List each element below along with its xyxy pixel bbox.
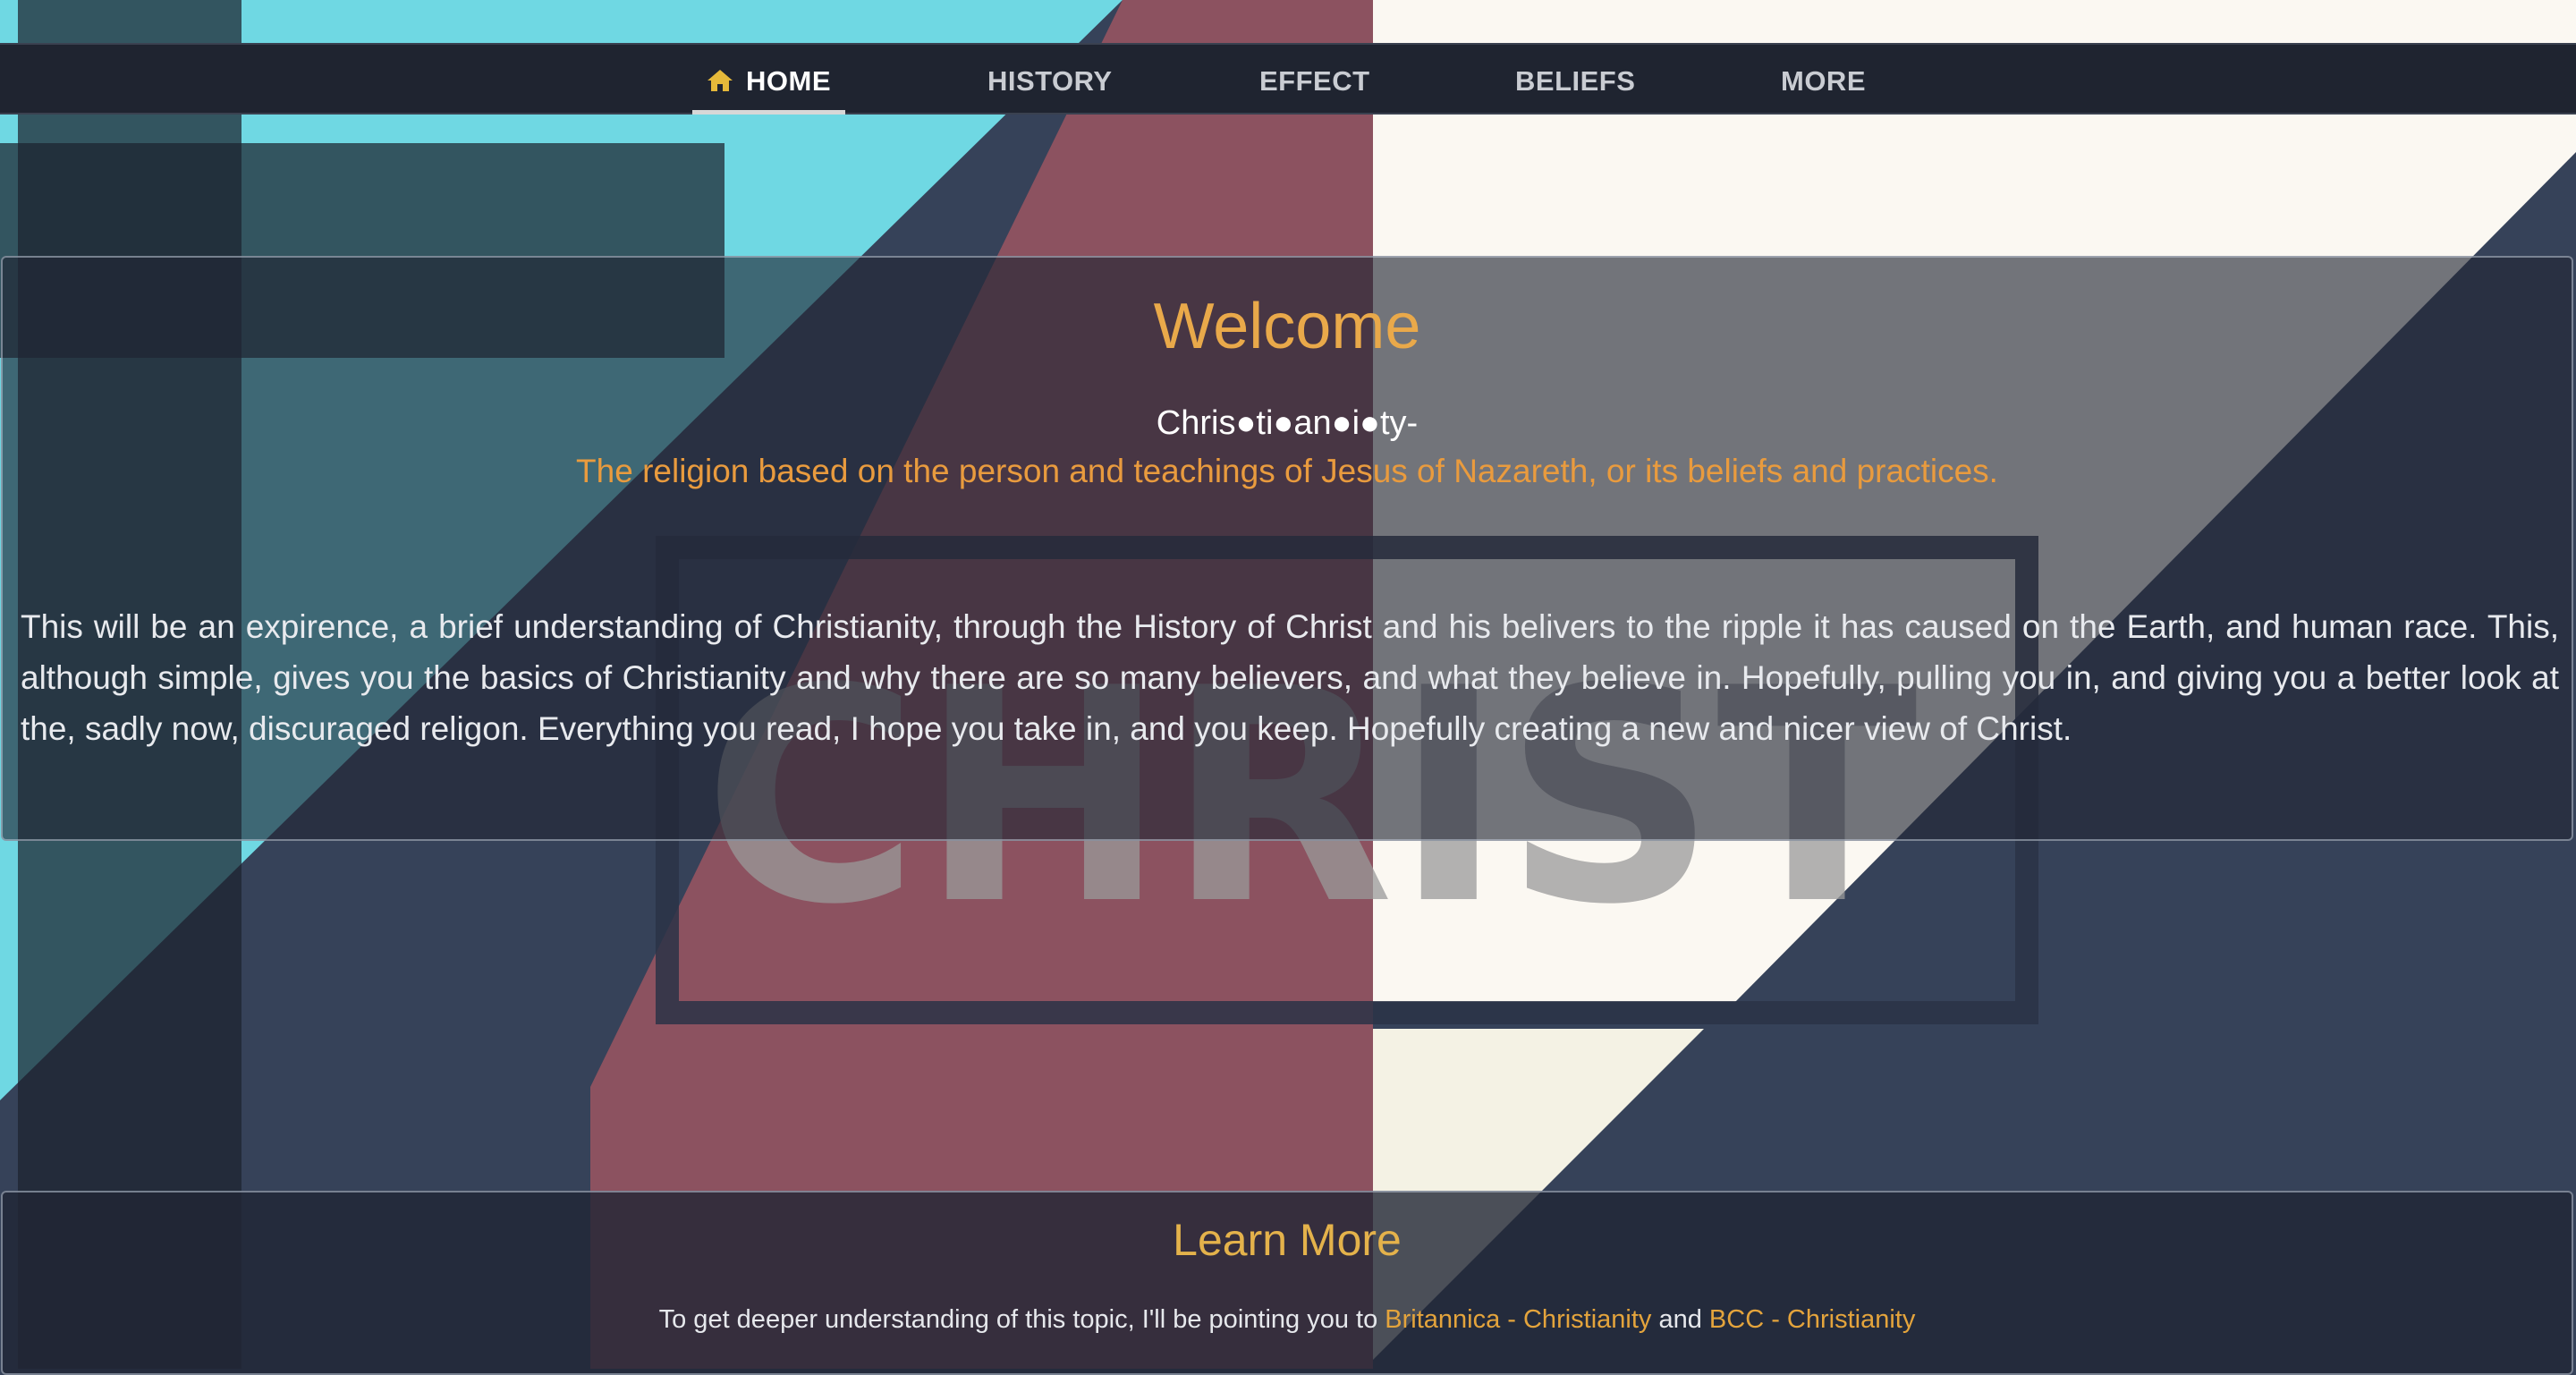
learn-more-title: Learn More xyxy=(1173,1215,1402,1265)
bcc-link[interactable]: BCC - Christianity xyxy=(1709,1305,1915,1334)
learn-more-panel: Learn More To get deeper understanding o… xyxy=(1,1191,2573,1375)
learn-more-intro: To get deeper understanding of this topi… xyxy=(658,1305,1385,1334)
pronunciation-text: Chris●ti●an●i●ty- xyxy=(1156,404,1419,442)
nav-more-label: MORE xyxy=(1781,65,1866,97)
nav-more[interactable]: MORE xyxy=(1781,45,1866,115)
nav-effect[interactable]: EFFECT xyxy=(1259,45,1370,115)
top-navbar: HOME HISTORY EFFECT BELIEFS MORE xyxy=(0,43,2576,115)
nav-home[interactable]: HOME xyxy=(692,45,845,115)
nav-effect-label: EFFECT xyxy=(1259,65,1370,97)
welcome-title: Welcome xyxy=(1153,291,1421,362)
nav-history[interactable]: HISTORY xyxy=(987,45,1113,115)
home-icon xyxy=(708,70,733,91)
intro-paragraph: This will be an expirence, a brief under… xyxy=(21,608,2559,747)
nav-beliefs-label: BELIEFS xyxy=(1515,65,1636,97)
definition-text: The religion based on the person and tea… xyxy=(576,453,1998,489)
learn-more-and: and xyxy=(1651,1305,1709,1334)
nav-home-label: HOME xyxy=(746,65,831,97)
britannica-link[interactable]: Britannica - Christianity xyxy=(1385,1305,1651,1334)
nav-beliefs[interactable]: BELIEFS xyxy=(1515,45,1635,115)
learn-more-text: To get deeper understanding of this topi… xyxy=(3,1305,2572,1335)
nav-history-label: HISTORY xyxy=(987,65,1113,97)
welcome-panel: Welcome Chris●ti●an●i●ty- The religion b… xyxy=(1,256,2573,841)
